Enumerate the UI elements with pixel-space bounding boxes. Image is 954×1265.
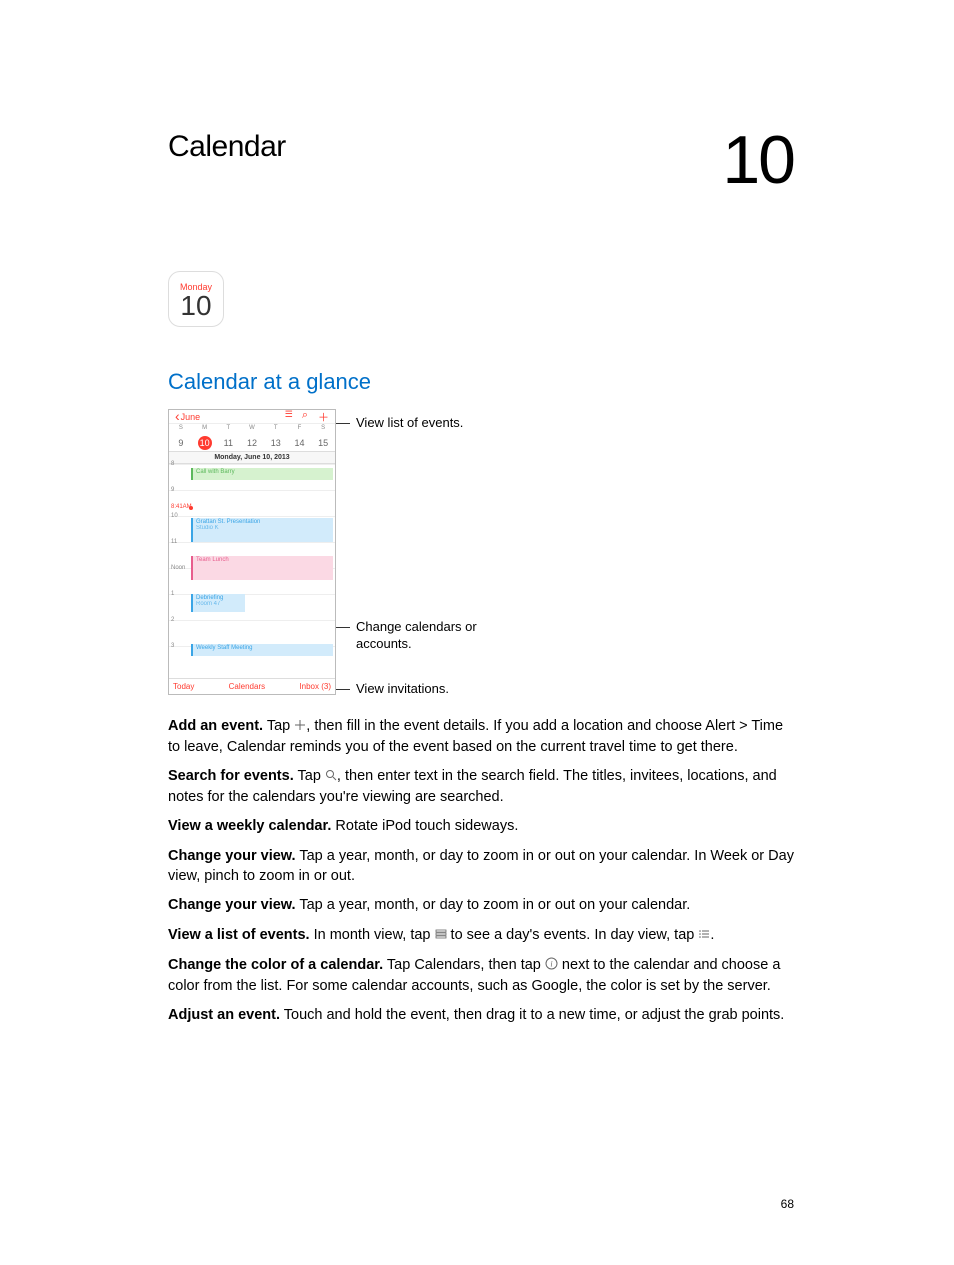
- hour-label: 11: [171, 539, 177, 545]
- inbox-button[interactable]: Inbox (3): [299, 682, 331, 691]
- chapter-header: Calendar 10: [168, 130, 794, 191]
- calendars-button[interactable]: Calendars: [229, 682, 265, 691]
- page-number: 68: [781, 1197, 794, 1211]
- hour-label: 10: [171, 513, 178, 519]
- hour-label: 2: [171, 617, 174, 623]
- calendar-app-icon: Monday 10: [168, 271, 224, 327]
- weekday-header: S M T W T F S: [169, 424, 335, 434]
- info-icon: i: [545, 957, 558, 977]
- search-icon: [325, 768, 337, 788]
- event[interactable]: DebriefingRoom 47: [191, 594, 245, 612]
- phone-screenshot: June ☰ ⌕ ＋ S M T W T F S 9 10 11 12 13 1…: [168, 409, 336, 695]
- list-icon[interactable]: ☰: [285, 409, 292, 425]
- event[interactable]: Team Lunch: [191, 556, 333, 580]
- p2-bold: Search for events.: [168, 768, 294, 784]
- hour-label: 3: [171, 643, 174, 649]
- now-indicator: [189, 506, 193, 510]
- event[interactable]: Grattan St. PresentationStudio K: [191, 518, 333, 542]
- svg-text:i: i: [550, 960, 552, 969]
- p4-bold: Change your view.: [168, 848, 296, 864]
- event[interactable]: Call with Barry: [191, 468, 333, 480]
- p1-bold: Add an event.: [168, 718, 263, 734]
- hour-label: 8: [171, 461, 174, 467]
- callout-invitations: View invitations.: [356, 681, 449, 698]
- search-icon[interactable]: ⌕: [302, 409, 308, 425]
- section-heading: Calendar at a glance: [168, 369, 794, 395]
- phone-nav-bar: June ☰ ⌕ ＋: [169, 410, 335, 424]
- date-bar: Monday, June 10, 2013: [169, 452, 335, 464]
- figure: June ☰ ⌕ ＋ S M T W T F S 9 10 11 12 13 1…: [168, 409, 794, 695]
- day-list-icon: [698, 927, 710, 947]
- callout-calendars: Change calendars or accounts.: [356, 619, 496, 653]
- chapter-number: 10: [722, 130, 794, 191]
- phone-toolbar: Today Calendars Inbox (3): [169, 678, 335, 694]
- p7-bold: Change the color of a calendar.: [168, 957, 383, 973]
- p5-bold: Change your view.: [168, 897, 296, 913]
- today-button[interactable]: Today: [173, 682, 194, 691]
- p6-bold: View a list of events.: [168, 927, 310, 943]
- p3-bold: View a weekly calendar.: [168, 818, 331, 834]
- chapter-title: Calendar: [168, 130, 286, 164]
- hour-label: 1: [171, 591, 174, 597]
- add-icon[interactable]: ＋: [318, 409, 329, 425]
- hour-label: Noon: [171, 565, 185, 571]
- plus-icon: [294, 718, 306, 738]
- week-days: 9 10 11 12 13 14 15: [169, 434, 335, 452]
- hour-label: 9: [171, 487, 174, 493]
- schedule: 891011Noon1238:41AMCall with BarryGratta…: [169, 464, 335, 672]
- body-text: Add an event. Tap , then fill in the eve…: [168, 717, 794, 1026]
- event[interactable]: Weekly Staff Meeting: [191, 644, 333, 656]
- callout-list: View list of events.: [356, 415, 463, 432]
- app-icon-day: 10: [180, 292, 211, 320]
- back-button[interactable]: June: [175, 412, 200, 422]
- month-list-icon: [435, 927, 447, 947]
- p8-bold: Adjust an event.: [168, 1007, 280, 1023]
- selected-day[interactable]: 10: [198, 436, 212, 450]
